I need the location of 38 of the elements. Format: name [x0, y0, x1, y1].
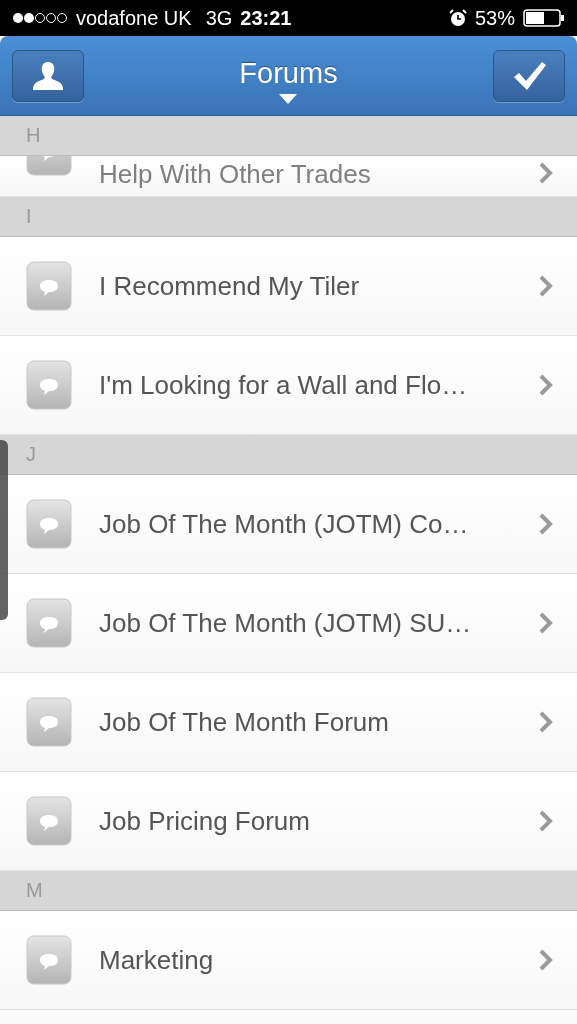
forum-row[interactable]: Job Of The Month Forum — [0, 673, 577, 772]
chevron-icon — [539, 612, 553, 634]
dropdown-caret-icon[interactable] — [279, 94, 298, 104]
forum-title: Job Of The Month (JOTM) SU… — [99, 607, 473, 639]
clock-time: 23:21 — [240, 6, 292, 30]
section-letter: I — [26, 205, 32, 228]
confirm-button[interactable] — [493, 49, 565, 102]
chevron-icon — [539, 374, 553, 396]
signal-icon — [12, 11, 68, 25]
forum-row[interactable]: Job Of The Month (JOTM) SU… — [0, 574, 577, 673]
forum-row[interactable]: Job Pricing Forum — [0, 772, 577, 871]
chevron-icon — [539, 810, 553, 832]
forum-title: Job Of The Month (JOTM) Co… — [99, 508, 470, 540]
chevron-icon — [539, 275, 553, 297]
battery-percent: 53% — [474, 6, 515, 30]
forum-title: Job Of The Month Forum — [99, 706, 390, 738]
forum-title: Job Pricing Forum — [99, 805, 311, 837]
alarm-icon — [448, 9, 467, 27]
carrier-name: vodafone UK — [76, 6, 192, 30]
forum-title: Marketing — [99, 944, 215, 976]
forum-title: I'm Looking for a Wall and Flo… — [99, 369, 469, 401]
battery-icon — [523, 9, 565, 27]
chevron-icon — [539, 949, 553, 971]
profile-button[interactable] — [12, 49, 84, 102]
section-letter: J — [26, 443, 36, 466]
screen-title: Forums — [239, 57, 338, 90]
forum-row[interactable]: I Recommend My Tiler — [0, 237, 577, 336]
chevron-icon — [539, 162, 553, 184]
forum-row[interactable]: Help With Other Trades — [0, 156, 577, 197]
network-type: 3G — [205, 6, 233, 30]
section-letter: H — [26, 124, 41, 147]
chevron-icon — [539, 711, 553, 733]
forum-row[interactable]: Marketing — [0, 911, 577, 1010]
forum-title: I Recommend My Tiler — [99, 270, 361, 302]
forum-row[interactable]: I'm Looking for a Wall and Flo… — [0, 336, 577, 435]
forum-title: Help With Other Trades — [99, 159, 372, 190]
section-letter: M — [26, 879, 43, 902]
chevron-icon — [539, 513, 553, 535]
